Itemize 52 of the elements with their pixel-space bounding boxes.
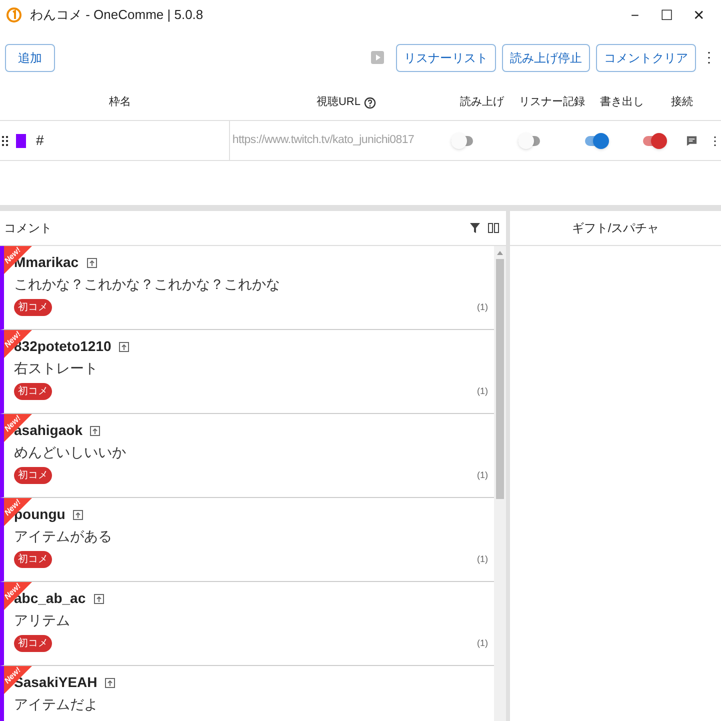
profile-icon[interactable] xyxy=(119,342,130,352)
filter-icon[interactable] xyxy=(470,223,480,233)
toolbar-button[interactable]: リスナーリスト xyxy=(396,44,496,72)
comment-text: めんどいしいいか xyxy=(14,444,127,461)
add-button[interactable]: 追加 xyxy=(5,44,55,72)
window-title: わんコメ - OneComme | 5.0.8 xyxy=(30,6,204,24)
comment-text: アイテムがある xyxy=(14,528,113,545)
comment-count: (1) xyxy=(477,300,488,314)
comment-count: (1) xyxy=(477,468,488,482)
column-header: リスナー記録 xyxy=(519,95,585,110)
columns-icon[interactable] xyxy=(488,223,499,233)
comment-count: (1) xyxy=(477,384,488,398)
toggle-switch[interactable] xyxy=(642,132,667,148)
window-control-button[interactable]: ☐ xyxy=(651,4,683,26)
more-button[interactable]: ⋮ xyxy=(702,47,716,68)
window-control-button[interactable]: − xyxy=(619,4,651,26)
toolbar-button[interactable]: コメントクリア xyxy=(596,44,696,72)
column-header: 読み上げ xyxy=(460,95,504,110)
app-logo-icon xyxy=(6,7,22,23)
column-header: 視聴URL xyxy=(316,95,360,110)
panel-title: ギフト/スパチャ xyxy=(572,220,660,237)
column-header: 接続 xyxy=(671,94,693,110)
panel-title: コメント xyxy=(4,220,52,237)
comment-text: 右ストレート xyxy=(14,360,99,377)
more-button[interactable]: ⋮ xyxy=(709,132,721,150)
profile-icon[interactable] xyxy=(86,258,97,268)
profile-icon[interactable] xyxy=(73,510,84,520)
drag-handle-icon[interactable] xyxy=(2,136,8,146)
help-icon[interactable] xyxy=(364,96,376,108)
first-comment-badge: 初コメ xyxy=(14,467,52,484)
channel-name: # xyxy=(36,131,44,150)
profile-icon[interactable] xyxy=(90,426,100,436)
comment-text: アリテム xyxy=(14,612,71,629)
profile-icon[interactable] xyxy=(94,594,104,604)
comment-icon[interactable] xyxy=(686,134,698,146)
toolbar-button[interactable]: 読み上げ停止 xyxy=(502,44,590,72)
column-header: 枠名 xyxy=(109,95,131,110)
column-header: 書き出し xyxy=(600,95,644,110)
color-swatch[interactable] xyxy=(16,134,26,148)
first-comment-badge: 初コメ xyxy=(14,551,52,568)
first-comment-badge: 初コメ xyxy=(14,299,52,316)
window-control-button[interactable]: ✕ xyxy=(683,4,715,26)
toggle-switch[interactable] xyxy=(585,132,610,148)
comment-text: アイテムだよ xyxy=(14,696,99,713)
toggle-switch[interactable] xyxy=(450,132,475,148)
first-comment-badge: 初コメ xyxy=(14,383,52,400)
profile-icon[interactable] xyxy=(105,678,116,688)
comment-count: (1) xyxy=(477,636,488,650)
toggle-switch[interactable] xyxy=(518,132,542,148)
comment-text: これかな？これかな？これかな？これかな xyxy=(14,276,281,293)
first-comment-badge: 初コメ xyxy=(14,635,52,652)
comment-count: (1) xyxy=(477,552,488,566)
